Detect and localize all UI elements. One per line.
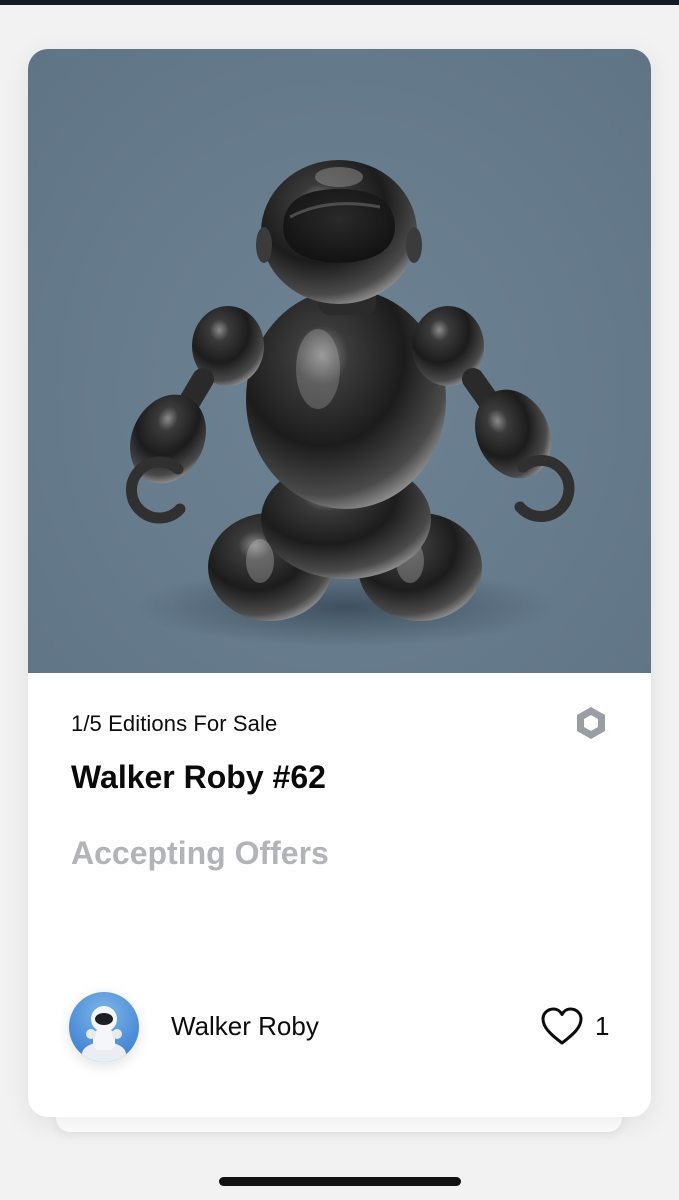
home-indicator[interactable] bbox=[219, 1177, 461, 1186]
like-count: 1 bbox=[595, 1011, 610, 1041]
editions-label: 1/5 Editions For Sale bbox=[71, 711, 278, 736]
hexagon-icon[interactable] bbox=[573, 705, 609, 741]
heart-icon[interactable] bbox=[540, 1006, 584, 1046]
robot-avatar-icon bbox=[82, 1006, 126, 1062]
sale-status: Accepting Offers bbox=[71, 835, 329, 871]
creator-avatar[interactable] bbox=[69, 992, 139, 1062]
status-bar-strip bbox=[0, 0, 679, 5]
nft-card[interactable]: 1/5 Editions For Sale Walker Roby #62 Ac… bbox=[28, 49, 651, 1117]
creator-name[interactable]: Walker Roby bbox=[171, 1011, 319, 1042]
item-title[interactable]: Walker Roby #62 bbox=[71, 759, 326, 796]
artwork-image[interactable] bbox=[28, 49, 651, 673]
